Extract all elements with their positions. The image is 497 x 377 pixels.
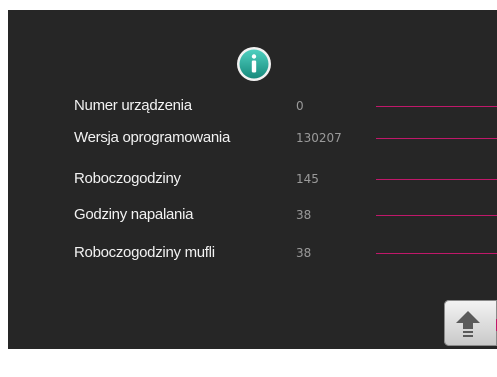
info-row-value: 130207 — [296, 131, 342, 145]
info-row-label: Wersja oprogramowania — [74, 129, 230, 146]
up-button[interactable] — [444, 300, 497, 346]
info-row-software-version: Wersja oprogramowania 130207 — [8, 127, 497, 149]
row-divider-line — [376, 106, 497, 107]
row-divider-line — [376, 215, 497, 216]
up-arrow-icon — [456, 311, 480, 337]
row-divider-line — [376, 253, 497, 254]
info-row-label: Numer urządzenia — [74, 97, 192, 114]
info-row-firing-hours: Godziny napalania 38 — [8, 204, 497, 226]
info-row-value: 38 — [296, 246, 312, 260]
info-row-device-number: Numer urządzenia 0 — [8, 95, 497, 117]
info-row-value: 0 — [296, 99, 304, 113]
info-row-label: Godziny napalania — [74, 206, 194, 223]
info-row-value: 145 — [296, 172, 319, 186]
info-screen: Numer urządzenia 0 Wersja oprogramowania… — [8, 10, 497, 349]
info-row-operating-hours: Roboczogodziny 145 — [8, 168, 497, 190]
info-row-label: Roboczogodziny mufli — [74, 244, 215, 261]
info-row-value: 38 — [296, 208, 312, 222]
row-divider-line — [376, 138, 497, 139]
info-row-muffle-hours: Roboczogodziny mufli 38 — [8, 242, 497, 264]
info-row-label: Roboczogodziny — [74, 170, 181, 187]
row-divider-line — [376, 179, 497, 180]
info-icon — [237, 47, 271, 81]
